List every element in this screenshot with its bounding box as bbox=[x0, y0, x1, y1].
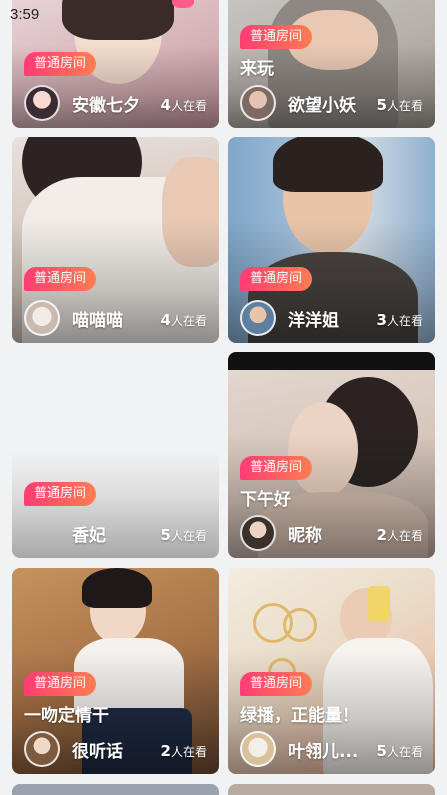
host-name: 昵称 bbox=[288, 526, 322, 546]
host-row: 叶翎儿... 5人在看 bbox=[240, 731, 423, 767]
viewer-count-number: 5 bbox=[160, 526, 171, 544]
viewer-count: 5人在看 bbox=[161, 525, 207, 544]
viewer-count-number: 4 bbox=[160, 311, 171, 329]
live-room-card[interactable]: 普通房间 洋洋姐 3人在看 bbox=[228, 137, 435, 343]
host-avatar[interactable] bbox=[240, 85, 276, 121]
host-name: 喵喵喵 bbox=[72, 311, 123, 331]
live-room-card[interactable]: 普通房间 绿播，正能量！ 叶翎儿... 5人在看 bbox=[228, 568, 435, 774]
host-name: 欲望小妖 bbox=[288, 96, 356, 116]
viewer-count-unit: 人在看 bbox=[170, 314, 207, 328]
viewer-count-unit: 人在看 bbox=[386, 529, 423, 543]
viewer-count-number: 3 bbox=[376, 311, 387, 329]
viewer-count-number: 2 bbox=[160, 742, 171, 760]
room-type-badge: 普通房间 bbox=[240, 456, 313, 480]
viewer-count-number: 5 bbox=[376, 742, 387, 760]
viewer-count-unit: 人在看 bbox=[170, 99, 207, 113]
host-name: 很听话 bbox=[72, 742, 123, 762]
live-room-card[interactable]: 普通房间 来玩 欲望小妖 5人在看 bbox=[228, 0, 435, 128]
live-room-card[interactable]: 普通房间 一吻定情干 很听话 2人在看 bbox=[12, 568, 219, 774]
room-title: 一吻定情干 bbox=[24, 706, 109, 726]
viewer-count: 4人在看 bbox=[161, 95, 207, 114]
viewer-count: 2人在看 bbox=[377, 525, 423, 544]
room-title: 绿播，正能量！ bbox=[240, 706, 359, 726]
host-avatar[interactable] bbox=[24, 731, 60, 767]
host-avatar[interactable] bbox=[240, 515, 276, 551]
host-avatar[interactable] bbox=[240, 731, 276, 767]
room-type-badge: 普通房间 bbox=[240, 25, 313, 49]
host-row: 洋洋姐 3人在看 bbox=[240, 300, 423, 336]
viewer-count-unit: 人在看 bbox=[386, 99, 423, 113]
live-room-card[interactable]: 普通房间 喵喵喵 4人在看 bbox=[12, 137, 219, 343]
host-name: 叶翎儿... bbox=[288, 742, 359, 762]
viewer-count-number: 5 bbox=[376, 96, 387, 114]
viewer-count-unit: 人在看 bbox=[170, 529, 207, 543]
host-name: 安徽七夕 bbox=[72, 96, 140, 116]
viewer-count: 3人在看 bbox=[377, 310, 423, 329]
viewer-count: 5人在看 bbox=[377, 95, 423, 114]
room-type-badge: 普通房间 bbox=[24, 482, 97, 506]
live-room-grid: 普通房间 安徽七夕 4人在看 普通房间 来玩 欲望小妖 5人在看 普通房间 喵喵… bbox=[0, 0, 447, 795]
live-room-card-partial[interactable] bbox=[12, 784, 219, 795]
live-room-card[interactable]: 普通房间 下午好 昵称 2人在看 bbox=[228, 352, 435, 558]
host-name: 洋洋姐 bbox=[288, 311, 339, 331]
viewer-count: 4人在看 bbox=[161, 310, 207, 329]
room-type-badge: 普通房间 bbox=[24, 52, 97, 76]
host-row: 安徽七夕 4人在看 bbox=[24, 85, 207, 121]
viewer-count: 2人在看 bbox=[161, 741, 207, 760]
host-avatar[interactable] bbox=[24, 300, 60, 336]
host-row: 喵喵喵 4人在看 bbox=[24, 300, 207, 336]
host-avatar[interactable] bbox=[24, 515, 60, 551]
viewer-count-number: 2 bbox=[376, 526, 387, 544]
live-room-card[interactable]: 普通房间 安徽七夕 4人在看 bbox=[12, 0, 219, 128]
viewer-count-unit: 人在看 bbox=[386, 314, 423, 328]
room-type-badge: 普通房间 bbox=[24, 267, 97, 291]
host-avatar[interactable] bbox=[24, 85, 60, 121]
viewer-count-unit: 人在看 bbox=[170, 745, 207, 759]
host-avatar[interactable] bbox=[240, 300, 276, 336]
live-room-card[interactable]: 普通房间 香妃 5人在看 bbox=[12, 352, 219, 558]
viewer-count: 5人在看 bbox=[377, 741, 423, 760]
host-row: 欲望小妖 5人在看 bbox=[240, 85, 423, 121]
host-name: 香妃 bbox=[72, 526, 106, 546]
room-title: 下午好 bbox=[240, 490, 291, 510]
room-type-badge: 普通房间 bbox=[24, 672, 97, 696]
host-row: 香妃 5人在看 bbox=[24, 515, 207, 551]
live-room-card-partial[interactable] bbox=[228, 784, 435, 795]
status-bar-time: 3:59 bbox=[10, 6, 40, 23]
host-row: 很听话 2人在看 bbox=[24, 731, 207, 767]
room-title: 来玩 bbox=[240, 59, 274, 79]
host-row: 昵称 2人在看 bbox=[240, 515, 423, 551]
room-type-badge: 普通房间 bbox=[240, 672, 313, 696]
viewer-count-unit: 人在看 bbox=[386, 745, 423, 759]
viewer-count-number: 4 bbox=[160, 96, 171, 114]
room-type-badge: 普通房间 bbox=[240, 267, 313, 291]
